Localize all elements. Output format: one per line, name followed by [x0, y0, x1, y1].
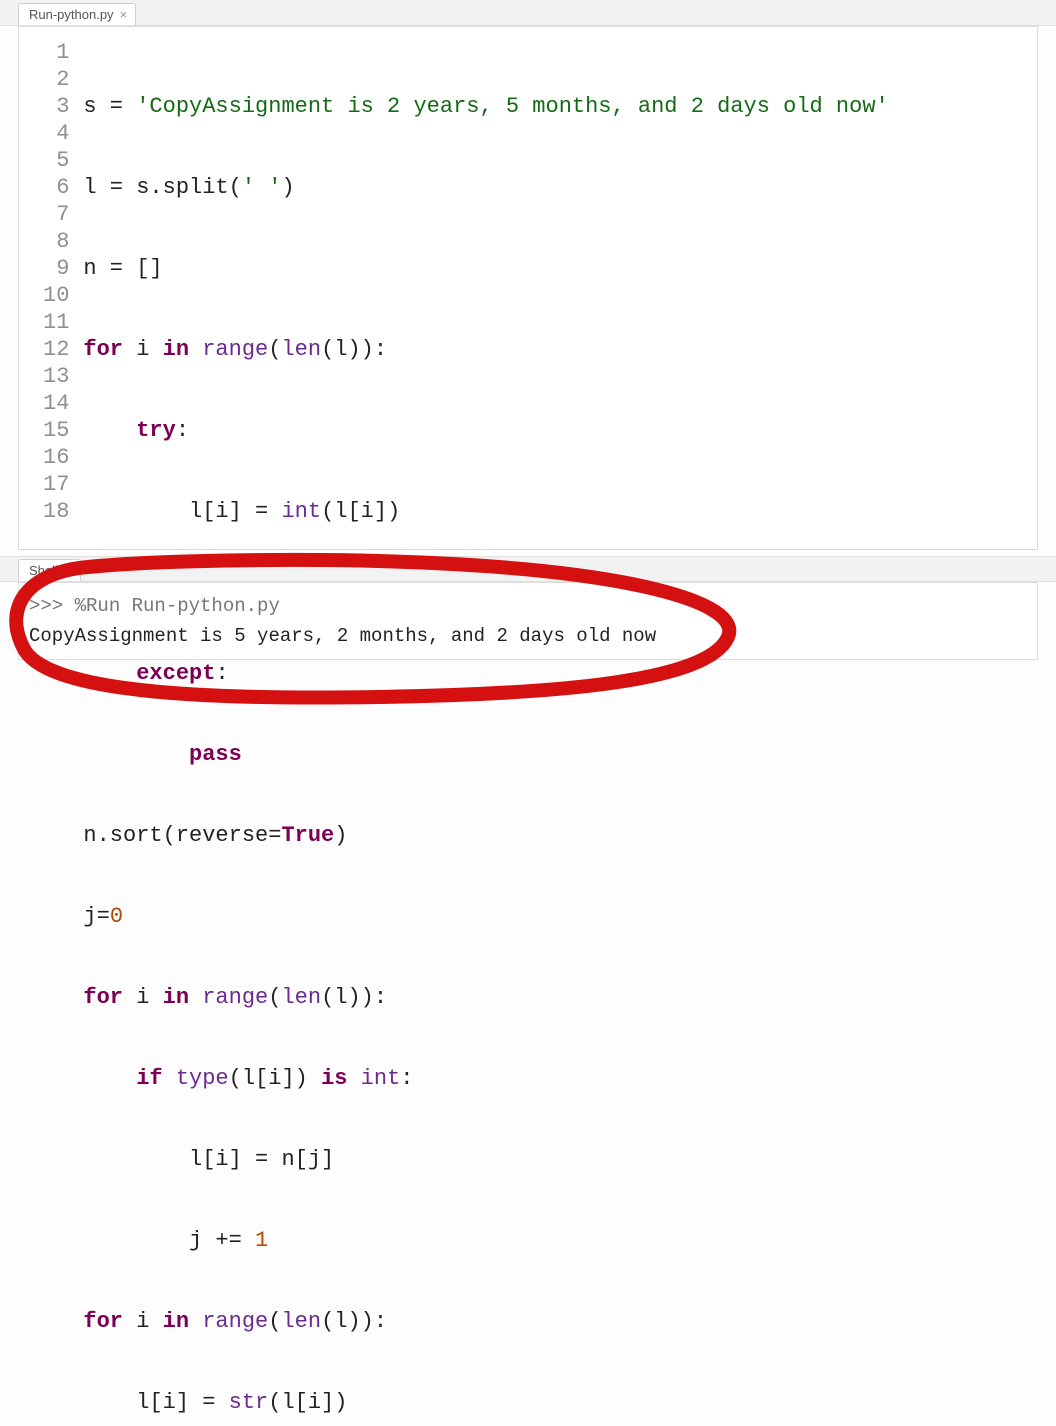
shell-panel[interactable]: >>> %Run Run-python.py CopyAssignment is…: [18, 582, 1038, 660]
editor-tab-label: Run-python.py: [29, 7, 114, 22]
code-content[interactable]: s = 'CopyAssignment is 2 years, 5 months…: [83, 39, 1037, 1426]
code-editor[interactable]: 1 2 3 4 5 6 7 8 9 10 11 12 13 14 15 16 1…: [18, 26, 1038, 550]
shell-command: %Run Run-python.py: [75, 595, 280, 617]
shell-prompt: >>>: [29, 595, 75, 617]
editor-tab-bar: Run-python.py ×: [0, 0, 1056, 26]
editor-tab[interactable]: Run-python.py ×: [18, 3, 136, 25]
shell-command-line: >>> %Run Run-python.py: [29, 591, 1027, 621]
line-number-gutter: 1 2 3 4 5 6 7 8 9 10 11 12 13 14 15 16 1…: [19, 39, 83, 1426]
close-icon[interactable]: ×: [120, 8, 128, 21]
shell-output: CopyAssignment is 5 years, 2 months, and…: [29, 621, 1027, 651]
